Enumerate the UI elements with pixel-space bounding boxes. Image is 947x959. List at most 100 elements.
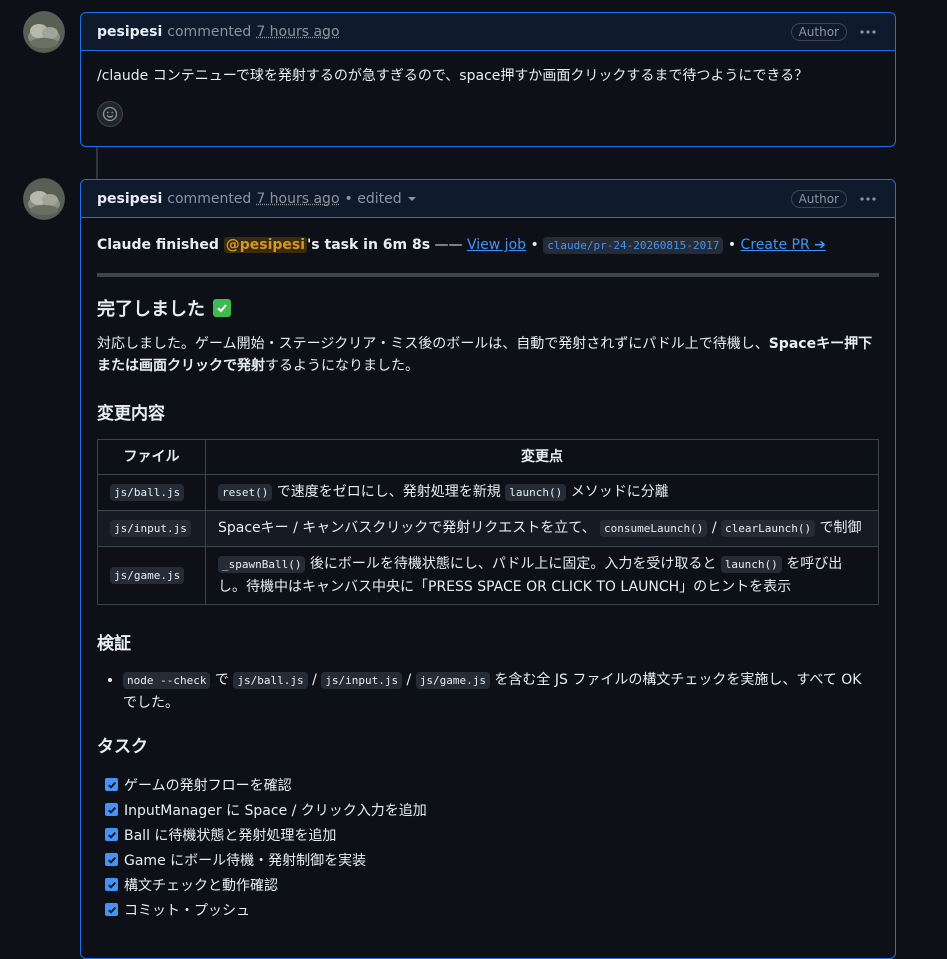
- task-item: InputManager に Space / クリック入力を追加: [105, 797, 879, 822]
- avatar[interactable]: [23, 11, 65, 53]
- task-label: Game にボール待機・発射制御を実装: [124, 852, 367, 869]
- comment-action: commented: [167, 190, 252, 207]
- comment-header: pesipesi commented 7 hours ago Author: [81, 13, 895, 51]
- comment-action: commented: [167, 23, 252, 40]
- user-mention[interactable]: @pesipesi: [223, 237, 308, 253]
- separator: •: [526, 237, 544, 253]
- text: で制御: [815, 520, 862, 536]
- file-name: js/game.js: [110, 567, 185, 584]
- comment-author[interactable]: pesipesi: [97, 24, 162, 40]
- inline-code: clearLaunch(): [721, 520, 816, 537]
- tasks-heading: タスク: [97, 737, 148, 757]
- task-item: コミット・プッシュ: [105, 897, 879, 922]
- file-name: js/ball.js: [110, 484, 185, 501]
- inline-code: launch(): [720, 556, 782, 573]
- task-label: InputManager に Space / クリック入力を追加: [124, 802, 427, 819]
- avatar-image: [23, 11, 65, 53]
- checkbox-checked-icon[interactable]: [105, 853, 118, 866]
- inline-code: node --check: [123, 672, 211, 689]
- text: メソッドに分離: [566, 484, 669, 500]
- text: /: [402, 672, 416, 688]
- task-status-line: Claude finished @pesipesi's task in 6m 8…: [97, 234, 879, 257]
- separator: •: [723, 237, 741, 253]
- change-cell: _spawnBall() 後にボールを待機状態にし、パドル上に固定。入力を受け取…: [205, 546, 879, 605]
- comment-card: pesipesi commented 7 hours ago • edited …: [80, 179, 896, 959]
- task-item: ゲームの発射フローを確認: [105, 772, 879, 797]
- changes-table: ファイル 変更点 js/ball.js reset() で速度をゼロにし、発射処理…: [97, 439, 879, 605]
- file-cell: js/ball.js: [97, 474, 206, 511]
- avatar[interactable]: [23, 178, 65, 220]
- task-item: Game にボール待機・発射制御を実装: [105, 847, 879, 872]
- text: /: [707, 520, 721, 536]
- table-row: js/game.js _spawnBall() 後にボールを待機状態にし、パドル上…: [97, 546, 879, 605]
- create-pr-link[interactable]: Create PR ➔: [741, 237, 826, 253]
- file-cell: js/game.js: [97, 546, 206, 605]
- inline-code: _spawnBall(): [218, 556, 306, 573]
- change-cell: reset() で速度をゼロにし、発射処理を新規 launch() メソッドに分…: [205, 474, 879, 511]
- add-reaction-button[interactable]: [97, 101, 123, 127]
- avatar-image: [23, 178, 65, 220]
- inline-code: js/game.js: [415, 672, 490, 689]
- inline-code: reset(): [218, 484, 273, 501]
- summary-paragraph: 対応しました。ゲーム開始・ステージクリア・ミス後のボールは、自動で発射されずにパ…: [97, 333, 879, 377]
- task-item: 構文チェックと動作確認: [105, 872, 879, 897]
- text: 後にボールを待機状態にし、パドル上に固定。入力を受け取ると: [305, 556, 721, 572]
- author-badge: Author: [790, 189, 847, 208]
- checkbox-checked-icon[interactable]: [105, 903, 118, 916]
- comment-author[interactable]: pesipesi: [97, 191, 162, 207]
- list-item: node --check で js/ball.js / js/input.js …: [123, 669, 879, 714]
- check-mark-icon: [213, 299, 231, 317]
- comment-body: /claude コンテニューで球を発射するのが急すぎるので、space押すか画面…: [97, 68, 809, 84]
- smiley-icon: [102, 106, 118, 122]
- checkbox-checked-icon[interactable]: [105, 803, 118, 816]
- checkbox-checked-icon[interactable]: [105, 778, 118, 791]
- chevron-down-icon: [407, 196, 416, 201]
- summary-text: 対応しました。ゲーム開始・ステージクリア・ミス後のボールは、自動で発射されずにパ…: [97, 336, 769, 352]
- verify-list: node --check で js/ball.js / js/input.js …: [97, 669, 879, 714]
- verify-heading: 検証: [97, 634, 131, 654]
- result-title: 完了しました: [97, 299, 205, 320]
- task-label: ゲームの発射フローを確認: [124, 777, 292, 794]
- text: で: [210, 672, 234, 688]
- change-cell: Spaceキー / キャンバスクリックで発射リクエストを立て、 consumeL…: [205, 510, 879, 547]
- inline-code: consumeLaunch(): [600, 520, 708, 537]
- text: Spaceキー / キャンバスクリックで発射リクエストを立て、: [218, 520, 601, 536]
- inline-code: js/input.js: [321, 672, 403, 689]
- changes-heading: 変更内容: [97, 404, 165, 424]
- task-label: コミット・プッシュ: [124, 902, 250, 919]
- table-header-row: ファイル 変更点: [97, 439, 879, 475]
- task-label: Ball に待機状態と発射処理を追加: [124, 827, 337, 844]
- branch-link[interactable]: claude/pr-24-20260815-2017: [543, 237, 724, 254]
- comment-card: pesipesi commented 7 hours ago Author /c…: [80, 12, 896, 147]
- file-name: js/input.js: [110, 520, 191, 537]
- view-job-link[interactable]: View job: [467, 237, 526, 253]
- kebab-menu-icon[interactable]: [857, 22, 879, 42]
- task-list: ゲームの発射フローを確認 InputManager に Space / クリック入…: [97, 772, 879, 922]
- result-heading: 完了しました: [97, 295, 879, 321]
- author-badge: Author: [790, 22, 847, 41]
- checkbox-checked-icon[interactable]: [105, 878, 118, 891]
- text: で速度をゼロにし、発射処理を新規: [272, 484, 506, 500]
- timeline-line: [96, 146, 98, 180]
- task-label: 構文チェックと動作確認: [124, 877, 278, 894]
- status-dash: ——: [430, 237, 467, 253]
- comment-timestamp[interactable]: 7 hours ago: [256, 24, 339, 40]
- kebab-menu-icon[interactable]: [857, 189, 879, 209]
- checkbox-checked-icon[interactable]: [105, 828, 118, 841]
- edited-dropdown[interactable]: • edited: [345, 191, 416, 207]
- column-header-file: ファイル: [97, 439, 206, 475]
- edited-label: • edited: [344, 190, 402, 207]
- table-row: js/input.js Spaceキー / キャンバスクリックで発射リクエストを立…: [97, 510, 879, 547]
- comment-timestamp[interactable]: 7 hours ago: [256, 191, 339, 207]
- divider: [97, 273, 879, 277]
- status-prefix: Claude finished: [97, 237, 224, 253]
- status-suffix: 's task in 6m 8s: [307, 237, 431, 253]
- comment-header: pesipesi commented 7 hours ago • edited …: [81, 180, 895, 218]
- summary-text: するようになりました。: [265, 358, 419, 374]
- inline-code: launch(): [505, 484, 567, 501]
- file-cell: js/input.js: [97, 510, 206, 547]
- task-item: Ball に待機状態と発射処理を追加: [105, 822, 879, 847]
- column-header-changes: 変更点: [205, 439, 879, 475]
- table-row: js/ball.js reset() で速度をゼロにし、発射処理を新規 launc…: [97, 474, 879, 511]
- inline-code: js/ball.js: [233, 672, 308, 689]
